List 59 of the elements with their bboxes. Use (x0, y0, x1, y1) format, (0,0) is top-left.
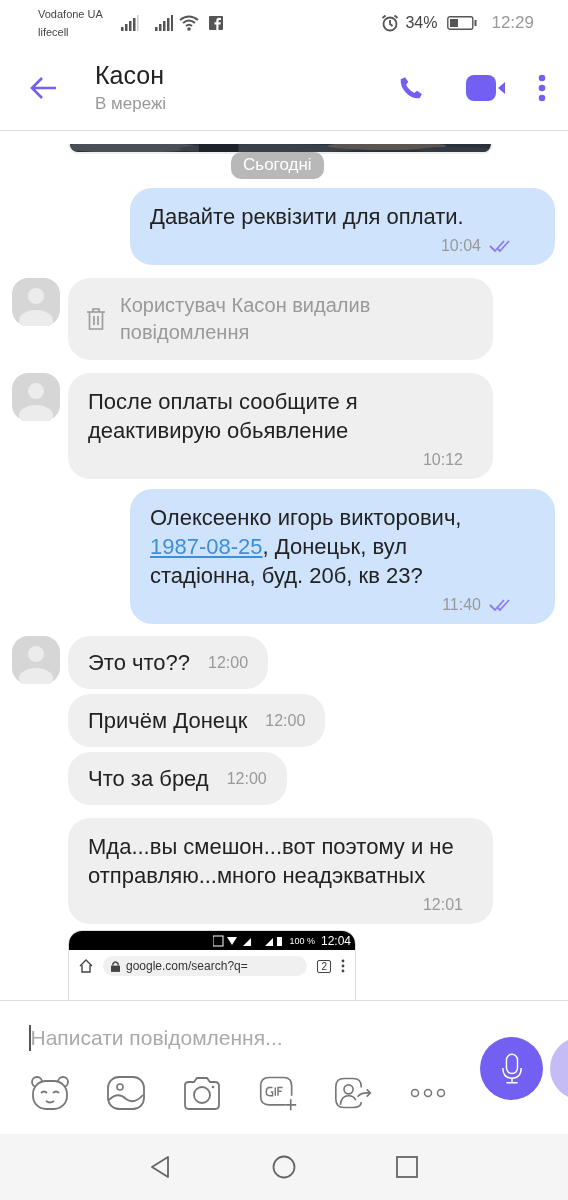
carrier-name: Vodafone UA (38, 6, 103, 22)
network-icons-drawing (213, 934, 284, 947)
clock-time: 12:04 (320, 933, 351, 948)
screenshot-message[interactable]: 100 % 12:04 google.com/search?q= 2 (68, 930, 356, 1000)
sent-message[interactable]: Олексеенко игорь викторович, 1987-08-25, Донецьк, вул стадіонна, буд. 20б, кв 23? 11:40 (130, 489, 555, 624)
battery-icon (447, 15, 478, 30)
message-time: 11:40 (442, 596, 481, 614)
battery-percent: 100 % (289, 935, 315, 946)
deleted-notice: Користувач Касон видалив повідомлення (120, 293, 372, 345)
received-message[interactable]: Причём Донецк 12:00 (68, 694, 326, 747)
message-time: 12:00 (265, 711, 306, 730)
phone-icon[interactable] (398, 74, 424, 101)
video-call-icon[interactable] (466, 74, 506, 101)
message-text: Мда...вы смешон...вот поэтому и не отправляю...много неадэкватных (88, 833, 455, 890)
wifi-icon (178, 14, 199, 31)
gallery-icon[interactable] (106, 1075, 146, 1111)
date-chip: Сьогодні (231, 152, 324, 179)
signal-icon (154, 14, 173, 31)
tab-count: 2 (317, 959, 331, 973)
message-text: После оплаты сообщите я деактивирую обьявление (88, 388, 359, 445)
more-icon[interactable] (538, 73, 546, 102)
clock-time: 12:29 (491, 12, 534, 33)
facebook-icon (208, 15, 223, 30)
battery-percent: 34% (405, 13, 438, 32)
more-options-icon[interactable] (410, 1088, 446, 1098)
url-text: google.com/search?q= (126, 959, 248, 973)
camera-icon[interactable] (182, 1075, 222, 1111)
received-message[interactable]: Что за бред 12:00 (68, 752, 287, 805)
message-text: Олексеенко игорь викторович, 1987-08-25, Донецьк, вул стадіонна, буд. 20б, кв 23? (150, 504, 463, 590)
input-placeholder: Написати повідомлення... (30, 1026, 283, 1050)
message-text: Это что?? (88, 649, 190, 677)
home-icon (79, 959, 93, 973)
message-time: 10:12 (422, 451, 463, 469)
online-status: В мережі (95, 94, 168, 114)
message-text: Давайте реквізити для оплати. (150, 203, 465, 231)
gif-icon[interactable] (258, 1075, 298, 1111)
carrier-name: lifecell (38, 24, 70, 40)
received-message[interactable]: После оплаты сообщите я деактивирую обьявление 10:12 (68, 373, 493, 479)
share-contact-icon[interactable] (334, 1075, 374, 1111)
sticker-icon[interactable] (30, 1075, 70, 1111)
more-icon (341, 959, 345, 973)
sent-message[interactable]: Давайте реквізити для оплати. 10:04 (130, 188, 555, 265)
lock-icon (111, 960, 120, 972)
back-icon[interactable] (30, 75, 58, 100)
message-text: Что за бред (88, 765, 209, 793)
signal-icon (120, 14, 139, 31)
recent-apps-icon[interactable] (394, 1155, 419, 1179)
received-message[interactable]: Мда...вы смешон...вот поэтому и не отправляю...много неадэкватных 12:01 (68, 818, 493, 924)
received-message[interactable]: Это что?? 12:00 (68, 636, 269, 689)
message-time: 12:00 (208, 653, 249, 672)
microphone-icon (500, 1052, 523, 1085)
contact-name: Касон (95, 61, 165, 90)
trash-icon (86, 307, 106, 331)
home-icon[interactable] (272, 1155, 296, 1179)
message-text: Причём Донецк (88, 707, 248, 735)
message-time: 12:00 (226, 769, 267, 788)
alarm-icon (381, 13, 400, 32)
message-time: 10:04 (440, 237, 481, 255)
message-time: 12:01 (422, 896, 463, 914)
